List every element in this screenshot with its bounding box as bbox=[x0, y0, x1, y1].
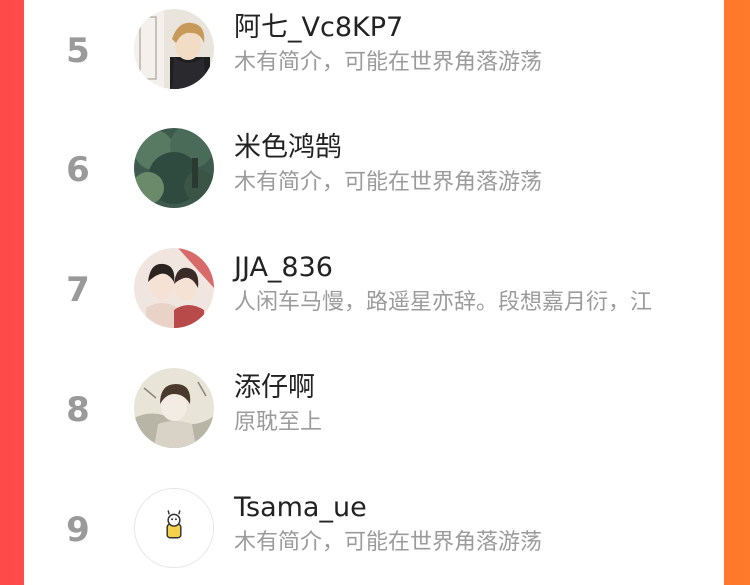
ranking-row[interactable]: 5 阿七_Vc8KP7 木有简介，可能在世界角落游荡 bbox=[24, 0, 724, 108]
anime-boy-avatar-icon[interactable] bbox=[134, 9, 214, 89]
user-name[interactable]: JJA_836 bbox=[234, 252, 333, 284]
forest-landscape-avatar-icon[interactable] bbox=[134, 128, 214, 208]
rank-number: 6 bbox=[66, 150, 90, 190]
ranking-list-card: 5 阿七_Vc8KP7 木有简介，可能在世界角落游荡 6 米色鸿鹄 木有简介，可… bbox=[24, 0, 724, 585]
ranking-row[interactable]: 8 添仔啊 原耽至上 bbox=[24, 348, 724, 468]
rank-number: 8 bbox=[66, 390, 90, 430]
sketch-boy-avatar-icon[interactable] bbox=[134, 368, 214, 448]
ranking-row[interactable]: 9 Tsama_ue 木有简介，可能在世界角落游荡 bbox=[24, 468, 724, 585]
cartoon-sticker-avatar-icon[interactable] bbox=[134, 488, 214, 568]
user-bio: 原耽至上 bbox=[234, 410, 323, 435]
ranking-row[interactable]: 7 JJA_836 人闲车马慢，路遥星亦辞。段想嘉月衍，江 bbox=[24, 228, 724, 348]
user-name[interactable]: 阿七_Vc8KP7 bbox=[234, 12, 403, 44]
user-name[interactable]: 添仔啊 bbox=[234, 372, 315, 404]
user-bio: 木有简介，可能在世界角落游荡 bbox=[234, 530, 543, 555]
rank-number: 7 bbox=[66, 270, 90, 310]
rank-number: 9 bbox=[66, 510, 90, 550]
user-bio: 人闲车马慢，路遥星亦辞。段想嘉月衍，江 bbox=[234, 290, 653, 315]
user-bio: 木有简介，可能在世界角落游荡 bbox=[234, 50, 543, 75]
rank-number: 5 bbox=[66, 31, 90, 71]
anime-couple-avatar-icon[interactable] bbox=[134, 248, 214, 328]
user-name[interactable]: Tsama_ue bbox=[234, 492, 367, 524]
ranking-row[interactable]: 6 米色鸿鹄 木有简介，可能在世界角落游荡 bbox=[24, 108, 724, 228]
user-name[interactable]: 米色鸿鹄 bbox=[234, 132, 342, 164]
user-bio: 木有简介，可能在世界角落游荡 bbox=[234, 170, 543, 195]
